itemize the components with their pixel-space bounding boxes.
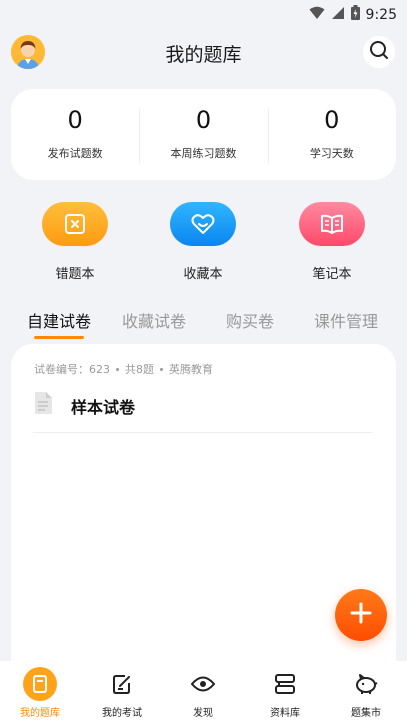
stats-card: 0 发布试题数 0 本周练习题数 0 学习天数 (11, 89, 396, 180)
status-bar: 9:25 (0, 0, 407, 28)
stat-label: 发布试题数 (47, 146, 103, 160)
separator-dot (160, 367, 163, 371)
paper-org: 英腾教育 (169, 363, 213, 376)
search-icon (369, 40, 389, 64)
page-title: 我的题库 (165, 44, 242, 66)
stat-value: 0 (195, 105, 212, 134)
paper-meta: 试卷编号：623 共8题 英腾教育 (34, 361, 213, 377)
paper-count: 共8题 (125, 363, 154, 376)
stat-label: 本周练习题数 (170, 146, 237, 160)
notebook-icon (299, 202, 365, 246)
shortcut-label: 错题本 (55, 267, 95, 282)
stat-weekly-practice: 0 本周练习题数 (139, 105, 267, 165)
piggy-bank-icon (349, 667, 383, 701)
nav-item-discover[interactable]: 发现 (163, 667, 243, 719)
tab-courseware[interactable]: 课件管理 (314, 308, 378, 332)
tab-indicator (34, 336, 84, 339)
wifi-icon (309, 5, 325, 24)
paper-title: 样本试卷 (71, 398, 136, 417)
paper-id: 试卷编号：623 (34, 363, 110, 376)
add-paper-button[interactable] (335, 589, 387, 641)
bottom-nav: 我的题库 我的考试 发现 资料库 题集市 (0, 661, 407, 723)
edit-icon (105, 667, 139, 701)
stat-study-days: 0 学习天数 (267, 105, 396, 165)
stat-value: 0 (324, 105, 340, 134)
signal-icon (331, 5, 345, 24)
database-icon (268, 667, 302, 701)
nav-label: 题集市 (351, 708, 381, 719)
nav-label: 发现 (193, 708, 213, 719)
search-button[interactable] (363, 36, 395, 68)
tab-self-built[interactable]: 自建试卷 (27, 308, 91, 332)
shortcut-label: 笔记本 (312, 267, 352, 282)
wrong-book-button[interactable]: 错题本 (35, 202, 115, 282)
battery-icon (350, 5, 360, 24)
favorites-button[interactable]: 收藏本 (163, 202, 243, 282)
separator-dot (116, 367, 119, 371)
wrong-book-icon (42, 202, 108, 246)
tab-purchased[interactable]: 购买卷 (226, 308, 274, 332)
nav-label: 我的考试 (102, 708, 142, 719)
status-time: 9:25 (365, 6, 397, 23)
stat-value: 0 (67, 105, 83, 134)
notebook-button[interactable]: 笔记本 (292, 202, 372, 282)
nav-label: 我的题库 (20, 708, 60, 719)
nav-item-library[interactable]: 资料库 (245, 667, 325, 719)
stat-label: 学习天数 (309, 146, 354, 160)
tab-favorites[interactable]: 收藏试卷 (122, 308, 186, 332)
plus-icon (350, 602, 372, 628)
shortcuts: 错题本 收藏本 笔记本 (0, 202, 407, 282)
nav-item-market[interactable]: 题集市 (326, 667, 406, 719)
eye-icon (186, 667, 220, 701)
document-icon (33, 391, 53, 419)
header: 我的题库 (0, 28, 407, 76)
status-icons: 9:25 (309, 5, 397, 24)
book-icon (23, 667, 57, 701)
heart-icon (170, 202, 236, 246)
nav-label: 资料库 (270, 708, 300, 719)
shortcut-label: 收藏本 (183, 267, 223, 282)
stat-published: 0 发布试题数 (11, 105, 139, 165)
tab-bar: 自建试卷 收藏试卷 购买卷 课件管理 (0, 305, 407, 341)
nav-item-my-exams[interactable]: 我的考试 (82, 667, 162, 719)
paper-item[interactable]: 样本试卷 (33, 391, 373, 433)
nav-item-my-bank[interactable]: 我的题库 (0, 667, 80, 719)
